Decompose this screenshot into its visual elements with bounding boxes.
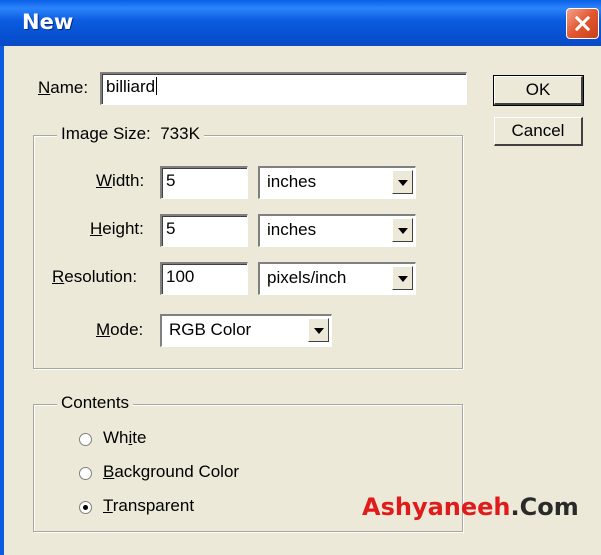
contents-legend: Contents bbox=[57, 393, 134, 413]
transparent-label: Transparent bbox=[103, 496, 195, 515]
height-label: Height: bbox=[90, 219, 144, 238]
name-input[interactable]: billiard bbox=[100, 72, 467, 105]
resolution-input[interactable]: 100 bbox=[160, 262, 248, 295]
transparent-radio[interactable] bbox=[79, 501, 92, 514]
text-caret bbox=[156, 77, 158, 95]
title-bar: New bbox=[0, 0, 601, 46]
width-label: Width: bbox=[96, 171, 145, 190]
chevron-down-icon[interactable] bbox=[392, 170, 413, 194]
height-unit-select[interactable]: inches bbox=[258, 214, 416, 247]
chevron-down-icon[interactable] bbox=[392, 266, 413, 290]
mode-select[interactable]: RGB Color bbox=[160, 314, 332, 347]
white-radio[interactable] bbox=[79, 433, 92, 446]
background-color-radio[interactable] bbox=[79, 467, 92, 480]
image-size-value: 733K bbox=[160, 124, 200, 143]
ok-button[interactable]: OK bbox=[493, 75, 584, 106]
width-unit-select[interactable]: inches bbox=[258, 166, 416, 199]
image-size-legend: Image Size: 733K bbox=[57, 124, 204, 144]
mode-label: Mode: bbox=[96, 320, 144, 339]
chevron-down-icon[interactable] bbox=[308, 318, 329, 342]
white-label: White bbox=[103, 428, 147, 447]
name-label: Name: bbox=[38, 78, 89, 97]
cancel-button[interactable]: Cancel bbox=[494, 117, 583, 146]
height-input[interactable]: 5 bbox=[160, 214, 248, 247]
window-title: New bbox=[22, 10, 74, 34]
close-button[interactable] bbox=[566, 8, 599, 39]
resolution-unit-select[interactable]: pixels/inch bbox=[258, 262, 416, 295]
watermark: Ashyaneeh.Com bbox=[362, 493, 579, 521]
width-input[interactable]: 5 bbox=[160, 166, 248, 199]
resolution-label: Resolution: bbox=[52, 267, 138, 286]
chevron-down-icon[interactable] bbox=[392, 218, 413, 242]
background-color-label: Background Color bbox=[103, 462, 240, 481]
